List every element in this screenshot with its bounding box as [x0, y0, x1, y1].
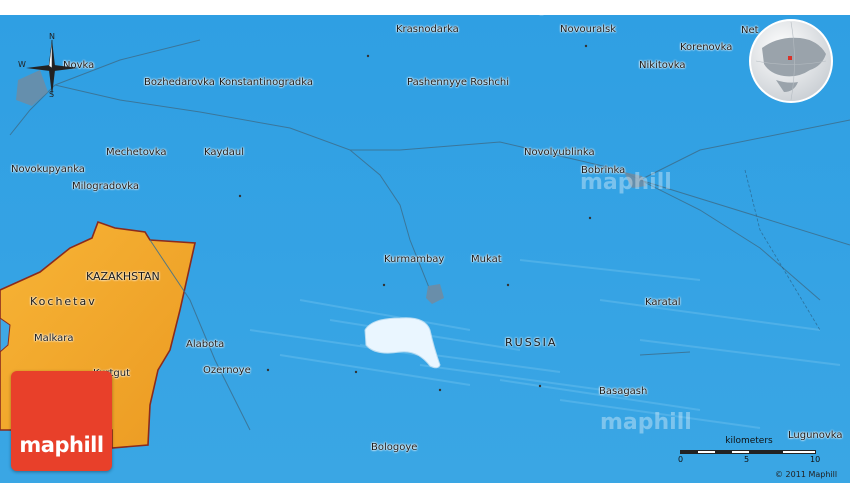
city-label: Karatal [645, 297, 681, 308]
watermark-top: maphill [500, 0, 592, 17]
city-label: Korenovka [680, 42, 733, 53]
scale-tick-5: 5 [744, 455, 750, 464]
city-label: Bozhedarovka [144, 77, 215, 88]
map-canvas[interactable] [0, 0, 850, 483]
city-label: Novokupyanka [11, 164, 85, 175]
copyright-text: © 2011 Maphill [775, 470, 838, 479]
city-label: Novolyublinka [524, 147, 595, 158]
city-label: Bologoye [371, 442, 418, 453]
city-label: Mukat [471, 254, 502, 265]
city-label: Milogradovka [72, 181, 140, 192]
city-label: Ozernoye [203, 365, 251, 376]
city-label: Mechetovka [106, 147, 167, 158]
scale-tick-10: 10 [810, 455, 821, 464]
city-label: Bobrinka [581, 165, 626, 176]
compass-w: W [18, 60, 26, 69]
region-label-kochetav: Kochetav [30, 295, 97, 308]
city-label: Novouralsk [560, 24, 616, 35]
city-label: Kaydaul [204, 147, 245, 158]
country-label-russia: RUSSIA [505, 336, 558, 349]
globe-locator-icon [748, 18, 834, 104]
city-label: Pashennyye Roshchi [407, 77, 510, 88]
scale-tick-0: 0 [678, 455, 684, 464]
compass-rose-icon: N W S [18, 32, 84, 100]
city-label: Alabota [186, 339, 225, 350]
city-label: Krasnodarka [396, 24, 459, 35]
scale-bar-graphic [680, 450, 816, 454]
city-label: Kurmambay [384, 254, 445, 265]
maphill-logo[interactable]: maphill [11, 371, 112, 471]
watermark-bottom: maphill [600, 410, 692, 435]
city-label: Basagash [599, 386, 648, 397]
scale-bar: kilometers 0 5 10 [678, 436, 820, 466]
globe-graphic [749, 19, 833, 103]
compass-n: N [49, 32, 55, 41]
country-label-kazakhstan: KAZAKHSTAN [86, 270, 160, 283]
scale-title: kilometers [725, 436, 773, 446]
city-label: Nikitovka [639, 60, 686, 71]
logo-text: maphill [19, 433, 104, 457]
city-label: Konstantinogradka [219, 77, 313, 88]
city-label: Malkara [34, 333, 74, 344]
top-border [0, 0, 850, 15]
compass-s: S [49, 90, 55, 99]
